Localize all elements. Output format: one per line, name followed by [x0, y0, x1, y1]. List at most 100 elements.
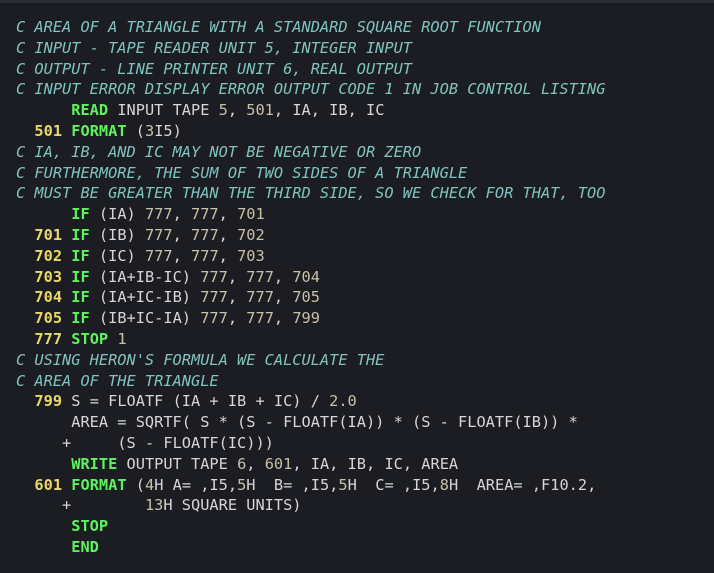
code-text: ,: [172, 225, 192, 244]
numeric-literal: 777: [191, 246, 219, 265]
code-line: 601 FORMAT (4H A= ,I5,5H B= ,I5,5H C= ,I…: [16, 475, 714, 496]
code-line: C USING HERON'S FORMULA WE CALCULATE THE: [16, 350, 714, 371]
keyword: READ: [71, 101, 109, 120]
statement-label: 701: [16, 225, 63, 244]
code-text: ,: [172, 205, 192, 224]
statement-label: 703: [16, 267, 63, 286]
numeric-literal: 5: [237, 475, 247, 494]
keyword: IF: [71, 225, 90, 244]
numeric-literal: 8: [439, 475, 449, 494]
code-line: + 13H SQUARE UNITS): [16, 495, 714, 516]
numeric-literal: 704: [292, 267, 320, 286]
comment-text: C INPUT ERROR DISPLAY ERROR OUTPUT CODE …: [16, 80, 606, 99]
code-line: C FURTHERMORE, THE SUM OF TWO SIDES OF A…: [16, 163, 714, 184]
code-text: ,: [227, 288, 247, 307]
comment-text: C MUST BE GREATER THAN THE THIRD SIDE, S…: [16, 184, 606, 203]
code-text: (IB+IC-IA): [89, 309, 201, 328]
comment-text: C USING HERON'S FORMULA WE CALCULATE THE: [16, 350, 385, 369]
keyword: IF: [71, 288, 90, 307]
keyword: FORMAT: [71, 121, 127, 140]
code-line: C AREA OF A TRIANGLE WITH A STANDARD SQU…: [16, 17, 714, 38]
statement-label: 702: [16, 246, 63, 265]
code-line: STOP: [16, 516, 714, 537]
numeric-literal: 777: [200, 309, 228, 328]
code-text: I5): [154, 121, 182, 140]
code-text: AREA = SQRTF( S * (S - FLOATF(IA)) * (S …: [16, 413, 578, 432]
numeric-literal: 777: [200, 288, 228, 307]
code-line: AREA = SQRTF( S * (S - FLOATF(IA)) * (S …: [16, 412, 714, 433]
code-text: , IA, IB, IC: [273, 101, 385, 120]
statement-label: 501: [16, 121, 63, 140]
numeric-literal: 2.0: [329, 392, 357, 411]
comment-text: C AREA OF THE TRIANGLE: [16, 371, 219, 390]
code-editor[interactable]: C AREA OF A TRIANGLE WITH A STANDARD SQU…: [0, 10, 714, 570]
code-text: OUTPUT TAPE: [117, 454, 238, 473]
numeric-literal: 701: [237, 205, 265, 224]
code-line: 704 IF (IA+IC-IB) 777, 777, 705: [16, 287, 714, 308]
statement-label: 777: [16, 329, 63, 348]
keyword: STOP: [71, 517, 109, 536]
numeric-literal: 601: [264, 454, 293, 473]
code-text: ,: [227, 309, 247, 328]
keyword: IF: [71, 246, 90, 265]
code-line: 501 FORMAT (3I5): [16, 121, 714, 142]
code-text: ,: [218, 246, 238, 265]
numeric-literal: 777: [246, 309, 274, 328]
comment-text: C INPUT - TAPE READER UNIT 5, INTEGER IN…: [16, 38, 413, 57]
code-line: 777 STOP 1: [16, 329, 714, 350]
comment-text: C OUTPUT - LINE PRINTER UNIT 6, REAL OUT…: [16, 59, 413, 78]
code-text: (S - FLOATF(IC))): [71, 433, 274, 452]
numeric-literal: 777: [144, 246, 173, 265]
code-line: READ INPUT TAPE 5, 501, IA, IB, IC: [16, 100, 714, 121]
continuation-marker: +: [16, 496, 72, 515]
code-text: (IA): [89, 205, 145, 224]
numeric-literal: 1: [117, 329, 127, 348]
numeric-literal: 777: [200, 267, 228, 286]
keyword: IF: [71, 267, 90, 286]
code-line: END: [16, 537, 714, 558]
code-text: H B= ,I5,: [246, 475, 339, 494]
code-text: INPUT TAPE: [108, 101, 219, 120]
code-text: ,: [227, 267, 247, 286]
code-text: S = FLOATF (IA + IB + IC) /: [62, 392, 330, 411]
numeric-literal: 3: [144, 121, 155, 140]
numeric-literal: 777: [144, 225, 173, 244]
keyword: FORMAT: [71, 475, 127, 494]
code-text: (: [126, 475, 145, 494]
code-text: H AREA= ,F10.2,: [448, 475, 597, 494]
code-line: C INPUT ERROR DISPLAY ERROR OUTPUT CODE …: [16, 79, 714, 100]
code-line: C OUTPUT - LINE PRINTER UNIT 6, REAL OUT…: [16, 59, 714, 80]
numeric-literal: 777: [246, 267, 274, 286]
code-text: ,: [218, 205, 238, 224]
numeric-literal: 799: [292, 309, 320, 328]
keyword: STOP: [71, 329, 109, 348]
code-text: ,: [273, 267, 293, 286]
code-line: 799 S = FLOATF (IA + IB + IC) / 2.0: [16, 391, 714, 412]
code-text: ,: [273, 309, 293, 328]
code-text: (IA+IB-IC): [89, 267, 201, 286]
numeric-literal: 702: [237, 225, 265, 244]
code-text: (IC): [89, 246, 145, 265]
statement-label: 705: [16, 309, 63, 328]
statement-label: 601: [16, 475, 63, 494]
code-text: , IA, IB, IC, AREA: [292, 454, 459, 473]
code-text: H A= ,I5,: [154, 475, 238, 494]
numeric-literal: 777: [246, 288, 274, 307]
numeric-literal: 703: [237, 246, 265, 265]
numeric-literal: 705: [292, 288, 320, 307]
numeric-literal: 4: [144, 475, 155, 494]
comment-text: C IA, IB, AND IC MAY NOT BE NEGATIVE OR …: [16, 142, 422, 161]
code-line: 705 IF (IB+IC-IA) 777, 777, 799: [16, 308, 714, 329]
code-text: (: [126, 121, 145, 140]
code-line: C MUST BE GREATER THAN THE THIRD SIDE, S…: [16, 183, 714, 204]
comment-text: C FURTHERMORE, THE SUM OF TWO SIDES OF A…: [16, 163, 468, 182]
code-text: (IB): [89, 225, 145, 244]
window-top-border: [0, 0, 714, 3]
